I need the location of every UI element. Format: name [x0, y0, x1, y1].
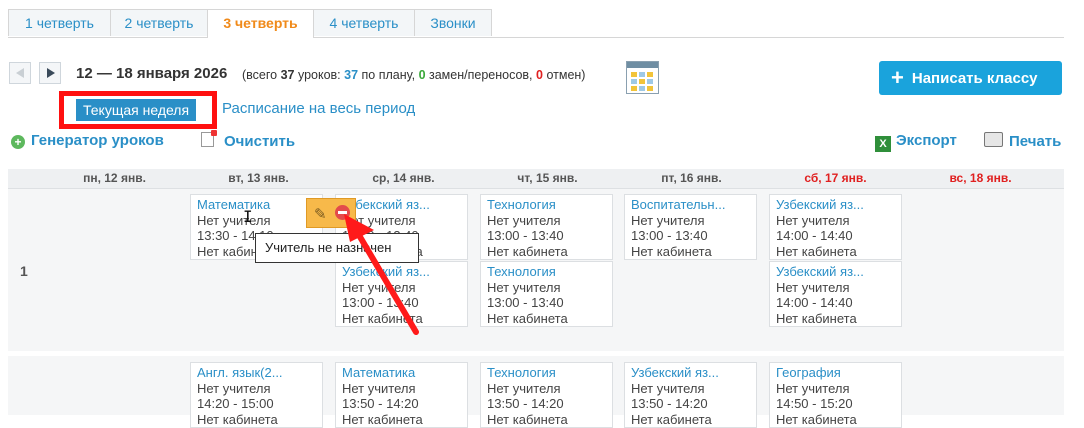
days-header: пн, 12 янв. вт, 13 янв. ср, 14 янв. чт, … [8, 169, 1064, 189]
chevron-left-icon [16, 68, 24, 78]
week-title: 12 — 18 января 2026 [76, 65, 228, 82]
day-header: пт, 16 янв. [661, 171, 722, 185]
row-number: 1 [20, 263, 28, 279]
week-stats: (всего 37 уроков: 37 по плану, 0 замен/п… [242, 68, 586, 82]
export-button[interactable]: X Экспорт [875, 132, 957, 152]
lesson-card[interactable]: Узбекский яз... Нет учителя 14:00 - 14:40 Н… [769, 194, 902, 260]
write-class-button[interactable]: + Написать классу [879, 61, 1062, 95]
day-header: вт, 13 янв. [228, 171, 289, 185]
printer-icon [984, 132, 1003, 147]
lesson-card[interactable]: Технология Нет учителя 13:50 - 14:20 Нет ка… [480, 362, 613, 428]
tab-quarter-4[interactable]: 4 четверть [313, 9, 415, 36]
lesson-card[interactable]: Воспитательн... Нет учителя 13:00 - 13:40 Н… [624, 194, 757, 260]
highlight-box [59, 91, 217, 129]
pencil-icon[interactable]: ✎ [314, 205, 327, 223]
day-header: ср, 14 янв. [372, 171, 435, 185]
lesson-card[interactable]: Узбекский яз... Нет учителя 13:50 - 14:20 Н… [624, 362, 757, 428]
plus-icon: + [891, 65, 904, 90]
lesson-generator-button[interactable]: + Генератор уроков [11, 132, 164, 149]
text-cursor-icon: I [243, 207, 253, 226]
tab-bells[interactable]: Звонки [414, 9, 492, 36]
lesson-card[interactable]: Математика Нет учителя 13:50 - 14:20 Нет ка… [335, 362, 468, 428]
day-header: вс, 18 янв. [949, 171, 1012, 185]
day-header: сб, 17 янв. [804, 171, 867, 185]
chevron-right-icon [47, 68, 55, 78]
tab-quarter-1[interactable]: 1 четверть [8, 9, 111, 36]
prev-week-button[interactable] [9, 62, 31, 84]
whole-period-link[interactable]: Расписание на весь период [222, 100, 415, 117]
quarter-tabs: 1 четверть 2 четверть 3 четверть 4 четве… [8, 9, 1064, 38]
lesson-card[interactable]: География Нет учителя 14:50 - 15:20 Нет каб… [769, 362, 902, 428]
lesson-card[interactable]: Узбекский яз... Нет учителя 14:00 - 14:40 Н… [769, 261, 902, 327]
clear-button[interactable]: Очистить [201, 130, 295, 150]
add-icon: + [11, 135, 25, 149]
excel-icon: X [875, 136, 891, 152]
lesson-card[interactable]: Технология Нет учителя 13:00 - 13:40 Нет ка… [480, 194, 613, 260]
day-header: пн, 12 янв. [83, 171, 146, 185]
red-arrow-annotation [344, 214, 419, 335]
tab-quarter-3[interactable]: 3 четверть [207, 9, 314, 38]
calendar-icon[interactable] [626, 61, 659, 94]
lesson-card[interactable]: Технология Нет учителя 13:00 - 13:40 Нет ка… [480, 261, 613, 327]
print-button[interactable]: Печать [984, 132, 1061, 150]
lesson-card[interactable]: Англ. язык(2... Нет учителя 14:20 - 15:00 Н… [190, 362, 323, 428]
day-header: чт, 15 янв. [517, 171, 578, 185]
tab-quarter-2[interactable]: 2 четверть [110, 9, 208, 36]
clear-document-icon [201, 130, 217, 147]
next-week-button[interactable] [39, 62, 61, 84]
